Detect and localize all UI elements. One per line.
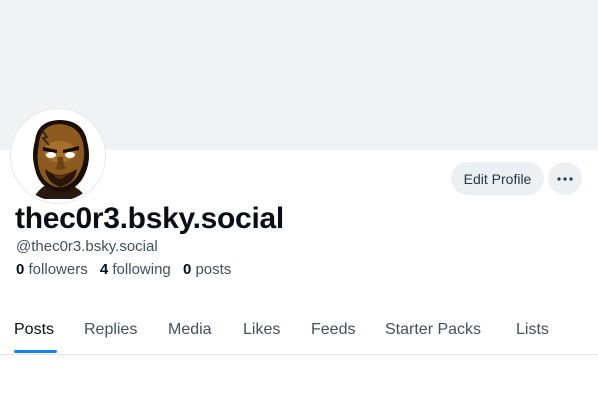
avatar-cartoon-face-icon xyxy=(13,111,103,201)
active-tab-indicator xyxy=(14,350,57,353)
tab-media[interactable]: Media xyxy=(168,306,212,353)
profile-avatar[interactable] xyxy=(11,109,105,203)
following-stat[interactable]: 4 following xyxy=(100,261,175,278)
posts-stat: 0 posts xyxy=(183,261,231,278)
profile-stats: 0 followers 4 following 0 posts xyxy=(16,261,239,278)
profile-display-name: thec0r3.bsky.social xyxy=(15,202,284,235)
tab-posts[interactable]: Posts xyxy=(14,306,54,353)
tab-starter-packs[interactable]: Starter Packs xyxy=(385,306,481,353)
followers-label: followers xyxy=(28,261,88,278)
tab-likes[interactable]: Likes xyxy=(243,306,280,353)
more-horizontal-icon xyxy=(557,176,573,181)
following-count: 4 xyxy=(99,261,109,278)
profile-handle[interactable]: @thec0r3.bsky.social xyxy=(16,238,158,255)
following-label: following xyxy=(112,261,171,278)
followers-count: 0 xyxy=(16,261,25,278)
tab-replies[interactable]: Replies xyxy=(84,306,137,353)
tab-feeds[interactable]: Feeds xyxy=(311,306,355,353)
tab-lists[interactable]: Lists xyxy=(516,306,549,353)
more-options-button[interactable] xyxy=(548,162,582,195)
posts-count: 0 xyxy=(182,261,192,278)
edit-profile-button[interactable]: Edit Profile xyxy=(451,162,544,195)
posts-label: posts xyxy=(195,261,232,278)
followers-stat[interactable]: 0 followers xyxy=(16,261,92,278)
profile-tabs: Posts Replies Media Likes Feeds Starter … xyxy=(0,306,598,355)
